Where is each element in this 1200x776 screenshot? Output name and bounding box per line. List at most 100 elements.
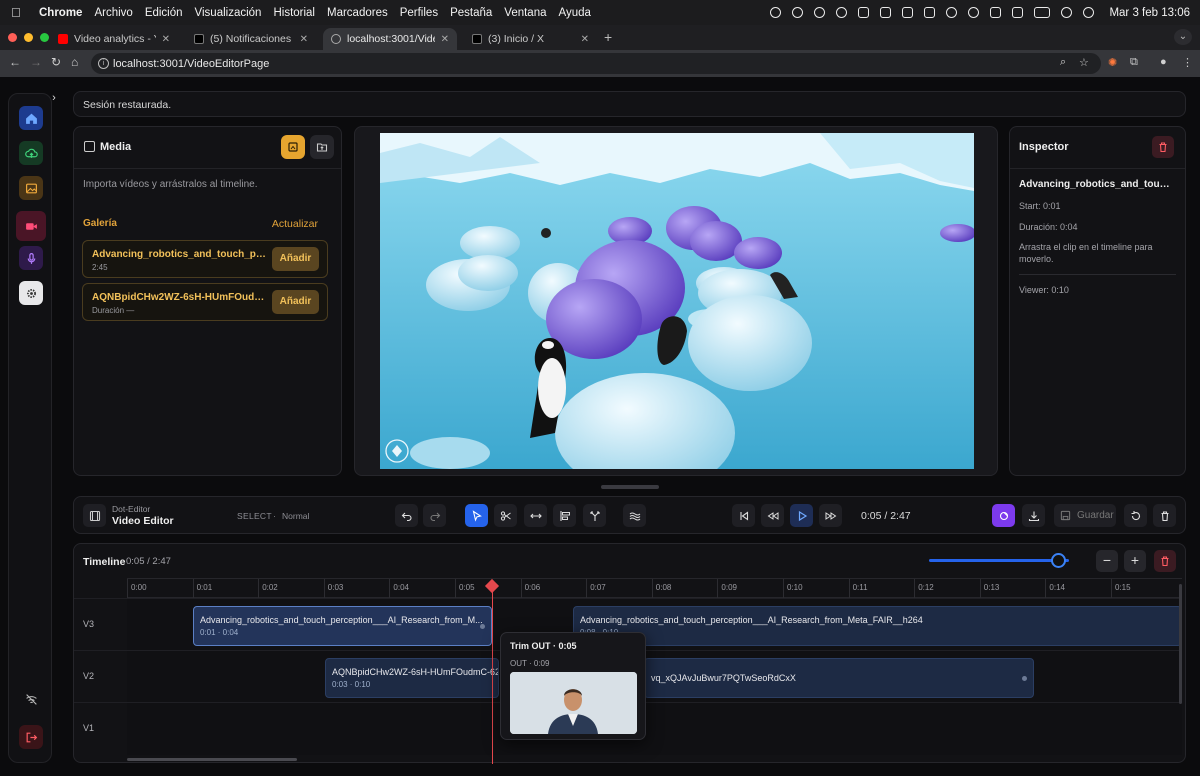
editor-logo-button[interactable]: [83, 504, 106, 527]
status-icon-11[interactable]: [990, 7, 1002, 18]
sidebar-upload-button[interactable]: [19, 141, 43, 165]
tab-notificaciones[interactable]: (5) Notificaciones / X ✕: [186, 28, 316, 50]
timeline-clip[interactable]: vq_xQJAvJuBwur7PQTwSeoRdCxX: [644, 658, 1034, 698]
site-info-icon[interactable]: i: [98, 58, 109, 69]
back-icon[interactable]: ←: [9, 55, 21, 69]
select-tool-button[interactable]: [465, 504, 488, 527]
menu-archivo[interactable]: Archivo: [94, 7, 132, 19]
timeline-clip[interactable]: Advancing_robotics_and_touch_perception_…: [573, 606, 1182, 646]
extension-claude-icon[interactable]: ✺: [1108, 56, 1117, 69]
timeline-ruler[interactable]: 0:00 0:01 0:02 0:03 0:04 0:05 0:06 0:07 0:08 0:09…: [127, 578, 1182, 599]
status-icon-10[interactable]: [968, 7, 980, 18]
sidebar-logout-button[interactable]: [19, 725, 43, 749]
play-button[interactable]: [790, 504, 813, 527]
sidebar-home-button[interactable]: [19, 106, 43, 130]
export-button[interactable]: [1022, 504, 1045, 527]
refresh-gallery-link[interactable]: Actualizar: [272, 218, 318, 230]
tab-video-editor[interactable]: localhost:3001/VideoEditorPa ✕: [323, 28, 457, 50]
sidebar-video-button[interactable]: [16, 211, 46, 241]
zoom-slider-knob[interactable]: [1051, 553, 1067, 568]
timeline-vertical-scrollbar[interactable]: [1179, 584, 1182, 704]
status-icon-3[interactable]: [814, 7, 826, 18]
open-folder-button[interactable]: [310, 135, 334, 159]
sidebar-media-button[interactable]: [19, 176, 43, 200]
menu-ventana[interactable]: Ventana: [504, 7, 546, 19]
menu-visualizacion[interactable]: Visualización: [195, 7, 262, 19]
status-icon-7[interactable]: [902, 7, 914, 18]
sidebar-settings-button[interactable]: [19, 281, 43, 305]
media-item[interactable]: Advancing_robotics_and_touch_perce... 2:…: [82, 240, 328, 278]
reset-button[interactable]: [1124, 504, 1147, 527]
wifi-icon[interactable]: [1061, 7, 1073, 18]
minimize-window-button[interactable]: [24, 33, 33, 42]
chrome-menu-icon[interactable]: ⋮: [1182, 56, 1193, 69]
menu-app-name[interactable]: Chrome: [39, 7, 82, 19]
timeline-clip[interactable]: Advancing_robotics_and_touch_perception_…: [193, 606, 492, 646]
trim-tool-button[interactable]: [524, 504, 547, 527]
apple-icon[interactable]: : [11, 5, 25, 20]
reload-icon[interactable]: ↻: [51, 55, 61, 69]
resize-handle[interactable]: [601, 485, 659, 489]
add-media-button[interactable]: Añadir: [272, 247, 319, 271]
bookmark-star-icon[interactable]: ☆: [1079, 56, 1089, 69]
status-icon-5[interactable]: [858, 7, 870, 18]
menu-historial[interactable]: Historial: [273, 7, 315, 19]
status-icon-9[interactable]: [946, 7, 958, 18]
status-icon-6[interactable]: [880, 7, 892, 18]
clip-trim-handle[interactable]: [480, 624, 485, 629]
audio-wave-button[interactable]: [623, 504, 646, 527]
timeline-clip[interactable]: AQNBpidCHw2WZ-6sH-HUmFOudmC-62v 0:03 · 0…: [325, 658, 499, 698]
status-icon-8[interactable]: [924, 7, 936, 18]
clip-trim-handle[interactable]: [1022, 676, 1027, 681]
close-tab-icon[interactable]: ✕: [300, 34, 308, 45]
zoom-out-button[interactable]: −: [1096, 550, 1118, 572]
menu-marcadores[interactable]: Marcadores: [327, 7, 388, 19]
new-tab-button[interactable]: +: [604, 29, 612, 45]
menu-perfiles[interactable]: Perfiles: [400, 7, 438, 19]
delete-clip-button[interactable]: [1152, 136, 1174, 158]
import-media-button[interactable]: [281, 135, 305, 159]
status-icon-4[interactable]: [836, 7, 848, 18]
control-center-icon[interactable]: [1083, 7, 1095, 18]
delete-project-button[interactable]: [1153, 504, 1176, 527]
close-tab-icon[interactable]: ✕: [162, 34, 170, 45]
sidebar-audio-button[interactable]: [19, 246, 43, 270]
playhead-line[interactable]: [492, 586, 493, 764]
sidebar-expand-chevron-icon[interactable]: ›: [45, 89, 63, 107]
forward-icon[interactable]: →: [30, 55, 42, 69]
menu-edicion[interactable]: Edición: [145, 7, 183, 19]
extensions-icon[interactable]: ⧉: [1130, 56, 1138, 69]
undo-button[interactable]: [395, 504, 418, 527]
clear-timeline-button[interactable]: [1154, 550, 1176, 572]
menu-ayuda[interactable]: Ayuda: [559, 7, 591, 19]
cut-tool-button[interactable]: [494, 504, 517, 527]
status-icon-1[interactable]: [770, 7, 782, 18]
split-tool-button[interactable]: [583, 504, 606, 527]
menu-pestana[interactable]: Pestaña: [450, 7, 492, 19]
skip-start-button[interactable]: [732, 504, 755, 527]
tab-inicio[interactable]: (3) Inicio / X ✕: [464, 28, 597, 50]
status-icon-2[interactable]: [792, 7, 804, 18]
track-lane[interactable]: [127, 703, 1182, 755]
rewind-button[interactable]: [761, 504, 784, 527]
timeline-horizontal-scrollbar[interactable]: [127, 758, 297, 761]
video-frame[interactable]: [380, 133, 974, 469]
zoom-lens-icon[interactable]: ⌕: [1060, 56, 1066, 69]
close-window-button[interactable]: [8, 33, 17, 42]
profile-icon[interactable]: ●: [1160, 56, 1167, 68]
media-item[interactable]: AQNBpidCHw2WZ-6sH-HUmFOudmC-... Duración…: [82, 283, 328, 321]
add-media-button[interactable]: Añadir: [272, 290, 319, 314]
home-icon[interactable]: ⌂: [71, 55, 78, 69]
status-icon-12[interactable]: [1012, 7, 1024, 18]
redo-button[interactable]: [423, 504, 446, 527]
menubar-clock[interactable]: Mar 3 feb 13:06: [1109, 7, 1190, 19]
zoom-slider-track[interactable]: [929, 559, 1069, 562]
tab-youtube[interactable]: Video analytics - YouTube Stu ✕: [50, 28, 178, 50]
battery-icon[interactable]: [1034, 7, 1051, 18]
sidebar-offline-button[interactable]: [19, 687, 43, 711]
fast-forward-button[interactable]: [819, 504, 842, 527]
tab-search-button[interactable]: ⌄: [1174, 29, 1192, 45]
close-tab-icon[interactable]: ✕: [581, 34, 589, 45]
zoom-window-button[interactable]: [40, 33, 49, 42]
close-tab-icon[interactable]: ✕: [441, 34, 449, 45]
